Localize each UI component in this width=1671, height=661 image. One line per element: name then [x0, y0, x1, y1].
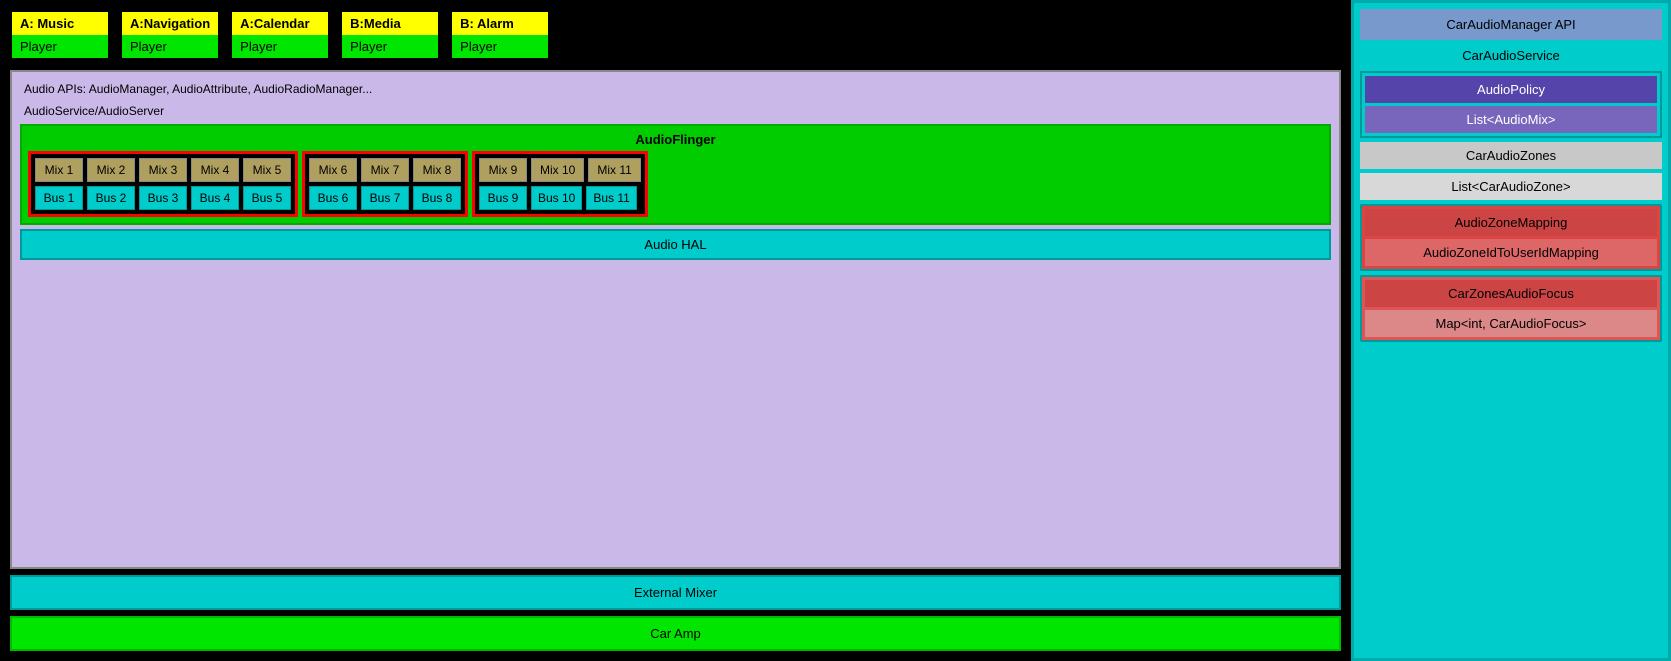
- app-player-a-calendar: A:Calendar Player: [230, 10, 330, 60]
- mix-item-10: Mix 10: [531, 158, 584, 182]
- zone-box-2: Mix 6 Mix 7 Mix 8 Bus 6 Bus 7 Bus 8: [302, 151, 468, 217]
- player-label-a-music: Player: [12, 35, 108, 58]
- audio-policy-group: AudioPolicy List<AudioMix>: [1360, 71, 1662, 138]
- mix-item-2: Mix 2: [87, 158, 135, 182]
- map-car-audio-focus: Map<int, CarAudioFocus>: [1365, 310, 1657, 337]
- audio-policy: AudioPolicy: [1365, 76, 1657, 103]
- right-panel: CarAudioManager API CarAudioService Audi…: [1351, 0, 1671, 661]
- list-audio-mix: List<AudioMix>: [1365, 106, 1657, 133]
- mix-item-11: Mix 11: [588, 158, 640, 182]
- bus-row-1: Bus 1 Bus 2 Bus 3 Bus 4 Bus 5: [35, 186, 291, 210]
- mix-row-3: Mix 9 Mix 10 Mix 11: [479, 158, 641, 182]
- mix-bus-zones: Mix 1 Mix 2 Mix 3 Mix 4 Mix 5 Bus 1 Bus …: [28, 151, 1323, 217]
- mix-row-2: Mix 6 Mix 7 Mix 8: [309, 158, 461, 182]
- audio-zone-mapping-group: AudioZoneMapping AudioZoneIdToUserIdMapp…: [1360, 204, 1662, 271]
- bus-item-5: Bus 5: [243, 186, 291, 210]
- zone-box-3: Mix 9 Mix 10 Mix 11 Bus 9 Bus 10 Bus 11: [472, 151, 648, 217]
- audio-hal-row: Audio HAL: [20, 229, 1331, 260]
- bus-item-4: Bus 4: [191, 186, 239, 210]
- bus-item-7: Bus 7: [361, 186, 409, 210]
- app-label-b-media: B:Media: [342, 12, 438, 35]
- bus-item-11: Bus 11: [586, 186, 636, 210]
- mix-item-5: Mix 5: [243, 158, 291, 182]
- player-label-a-navigation: Player: [122, 35, 218, 58]
- audio-apis-label: Audio APIs: AudioManager, AudioAttribute…: [20, 80, 1331, 98]
- mix-item-4: Mix 4: [191, 158, 239, 182]
- bus-item-3: Bus 3: [139, 186, 187, 210]
- app-label-a-navigation: A:Navigation: [122, 12, 218, 35]
- app-player-a-navigation: A:Navigation Player: [120, 10, 220, 60]
- car-amp-row: Car Amp: [10, 616, 1341, 651]
- mix-item-9: Mix 9: [479, 158, 527, 182]
- audio-flinger-label: AudioFlinger: [28, 132, 1323, 147]
- mix-item-3: Mix 3: [139, 158, 187, 182]
- car-audio-zones: CarAudioZones: [1360, 142, 1662, 169]
- bus-item-6: Bus 6: [309, 186, 357, 210]
- app-player-a-music: A: Music Player: [10, 10, 110, 60]
- audio-service-label: AudioService/AudioServer: [20, 102, 1331, 120]
- car-zones-audio-focus: CarZonesAudioFocus: [1365, 280, 1657, 307]
- bus-item-2: Bus 2: [87, 186, 135, 210]
- audio-zone-mapping: AudioZoneMapping: [1365, 209, 1657, 236]
- audio-layers: Audio APIs: AudioManager, AudioAttribute…: [10, 70, 1341, 569]
- player-label-b-alarm: Player: [452, 35, 548, 58]
- mix-item-7: Mix 7: [361, 158, 409, 182]
- app-player-b-media: B:Media Player: [340, 10, 440, 60]
- player-label-a-calendar: Player: [232, 35, 328, 58]
- bus-row-2: Bus 6 Bus 7 Bus 8: [309, 186, 461, 210]
- audio-zone-id-mapping: AudioZoneIdToUserIdMapping: [1365, 239, 1657, 266]
- app-label-b-alarm: B: Alarm: [452, 12, 548, 35]
- app-label-a-music: A: Music: [12, 12, 108, 35]
- main-area: A: Music Player A:Navigation Player A:Ca…: [0, 0, 1351, 661]
- list-car-audio-zone: List<CarAudioZone>: [1360, 173, 1662, 200]
- bus-item-10: Bus 10: [531, 186, 582, 210]
- car-audio-service-label: CarAudioService: [1360, 44, 1662, 67]
- car-zones-audio-focus-group: CarZonesAudioFocus Map<int, CarAudioFocu…: [1360, 275, 1662, 342]
- mix-item-1: Mix 1: [35, 158, 83, 182]
- bus-row-3: Bus 9 Bus 10 Bus 11: [479, 186, 641, 210]
- bus-item-8: Bus 8: [413, 186, 461, 210]
- app-player-b-alarm: B: Alarm Player: [450, 10, 550, 60]
- app-label-a-calendar: A:Calendar: [232, 12, 328, 35]
- audio-flinger-container: AudioFlinger Mix 1 Mix 2 Mix 3 Mix 4 Mix…: [20, 124, 1331, 225]
- mix-item-8: Mix 8: [413, 158, 461, 182]
- bus-item-1: Bus 1: [35, 186, 83, 210]
- car-audio-manager-api: CarAudioManager API: [1360, 9, 1662, 40]
- external-mixer-row: External Mixer: [10, 575, 1341, 610]
- mix-row-1: Mix 1 Mix 2 Mix 3 Mix 4 Mix 5: [35, 158, 291, 182]
- zone-box-1: Mix 1 Mix 2 Mix 3 Mix 4 Mix 5 Bus 1 Bus …: [28, 151, 298, 217]
- app-players-row: A: Music Player A:Navigation Player A:Ca…: [10, 10, 1341, 60]
- player-label-b-media: Player: [342, 35, 438, 58]
- bus-item-9: Bus 9: [479, 186, 527, 210]
- mix-item-6: Mix 6: [309, 158, 357, 182]
